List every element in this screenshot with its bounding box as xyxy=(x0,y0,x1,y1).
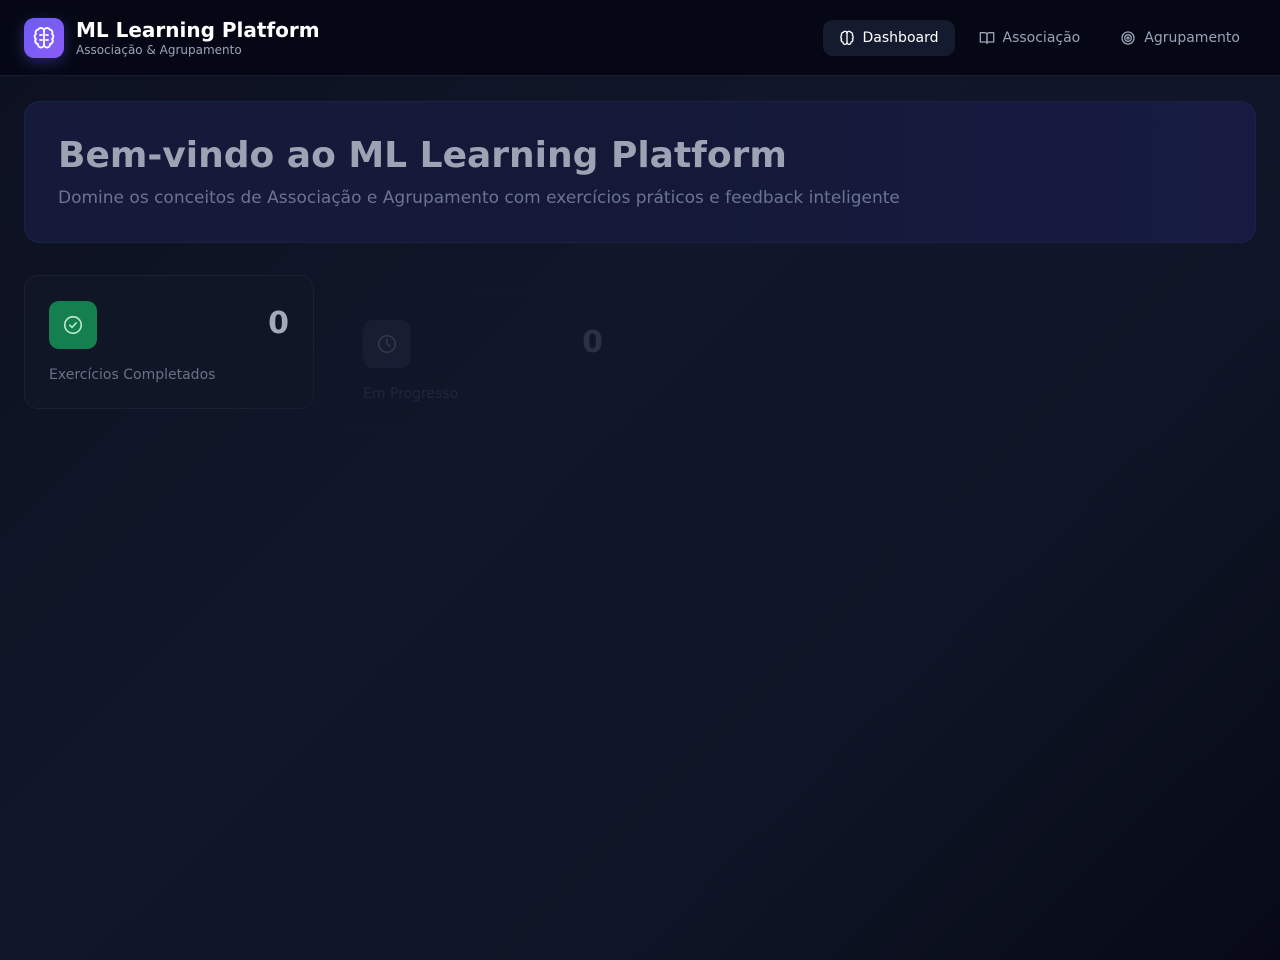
app-title: ML Learning Platform xyxy=(76,18,320,42)
nav-label: Dashboard xyxy=(862,30,939,46)
page-subtitle: Domine os conceitos de Associação e Agru… xyxy=(58,188,900,208)
nav-label: Agrupamento xyxy=(1144,30,1240,46)
brain-icon xyxy=(24,18,64,58)
target-icon xyxy=(1121,31,1135,45)
stat-label: Em Progresso xyxy=(363,386,459,402)
brand[interactable]: ML Learning Platform Associação & Agrupa… xyxy=(24,18,320,58)
check-circle-icon xyxy=(49,301,97,349)
nav-label: Associação xyxy=(1002,30,1081,46)
main-nav: Dashboard Associação Agrupamento xyxy=(815,20,1256,56)
stat-value: 0 xyxy=(268,306,289,341)
page-title: Bem-vindo ao ML Learning Platform xyxy=(58,135,787,176)
stat-value: 0 xyxy=(582,325,603,360)
stat-card-completed: 0 Exercícios Completados xyxy=(24,275,314,409)
nav-item-associacao[interactable]: Associação xyxy=(963,20,1097,56)
nav-item-dashboard[interactable]: Dashboard xyxy=(822,20,955,56)
app-subtitle: Associação & Agrupamento xyxy=(76,43,242,57)
brain-icon xyxy=(839,30,854,45)
nav-item-agrupamento[interactable]: Agrupamento xyxy=(1104,20,1256,56)
clock-icon xyxy=(363,320,411,368)
stat-label: Exercícios Completados xyxy=(49,367,216,383)
book-icon xyxy=(979,31,994,44)
app-header: ML Learning Platform Associação & Agrupa… xyxy=(0,0,1280,76)
stat-card-in-progress: 0 Em Progresso xyxy=(338,294,628,428)
welcome-banner: Bem-vindo ao ML Learning Platform Domine… xyxy=(24,101,1256,243)
